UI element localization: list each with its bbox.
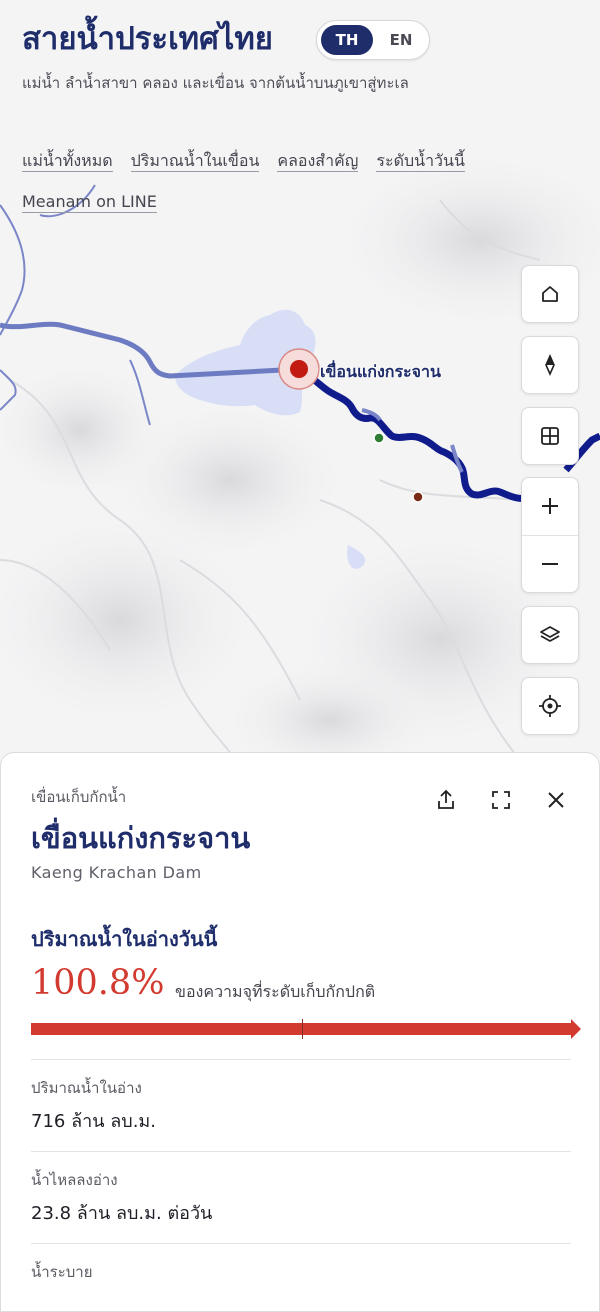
nav-link-dam-volume[interactable]: ปริมาณน้ำในเขื่อน bbox=[130, 151, 260, 172]
expand-button[interactable] bbox=[488, 787, 514, 813]
home-button[interactable] bbox=[521, 265, 579, 323]
panel-kicker: เขื่อนเก็บกักน้ำ bbox=[31, 788, 127, 806]
stat-row: น้ำระบาย bbox=[31, 1243, 571, 1304]
map[interactable] bbox=[0, 0, 600, 780]
grid-button[interactable] bbox=[521, 407, 579, 465]
station-dot-green bbox=[373, 432, 385, 444]
grid-icon bbox=[541, 427, 559, 445]
locate-button[interactable] bbox=[521, 677, 579, 735]
dam-name-en: Kaeng Krachan Dam bbox=[31, 863, 202, 882]
capacity-percent: 100.8% bbox=[31, 963, 165, 1003]
capacity-bar bbox=[31, 1019, 581, 1039]
stat-row: น้ำไหลลงอ่าง 23.8 ล้าน ลบ.ม. ต่อวัน bbox=[31, 1151, 571, 1244]
section-title: ปริมาณน้ำในอ่างวันนี้ bbox=[31, 927, 218, 951]
capacity-bar-tick bbox=[302, 1019, 303, 1039]
capacity-bar-arrow bbox=[571, 1019, 581, 1039]
nav-links: แม่น้ำทั้งหมด ปริมาณน้ำในเขื่อน คลองสำคัญ ร… bbox=[22, 144, 582, 226]
stat-value: 23.8 ล้าน ลบ.ม. ต่อวัน bbox=[31, 1203, 213, 1224]
dam-map-label[interactable]: เขื่อนแก่งกระจาน bbox=[320, 360, 441, 385]
nav-link-water-level[interactable]: ระดับน้ำวันนี้ bbox=[376, 151, 465, 172]
zoom-out-button[interactable] bbox=[522, 536, 578, 592]
stat-label: น้ำไหลลงอ่าง bbox=[31, 1171, 118, 1189]
map-canvas[interactable] bbox=[0, 0, 600, 780]
stat-label: น้ำระบาย bbox=[31, 1263, 93, 1281]
zoom-in-icon bbox=[542, 498, 558, 514]
nav-link-all-rivers[interactable]: แม่น้ำทั้งหมด bbox=[22, 151, 113, 172]
close-button[interactable] bbox=[543, 787, 569, 813]
header: สายน้ำประเทศไทย TH EN แม่น้ำ ลำน้ำสาขา ค… bbox=[22, 18, 582, 213]
compass-icon bbox=[545, 354, 555, 376]
zoom-controls bbox=[521, 477, 579, 593]
nav-link-canals[interactable]: คลองสำคัญ bbox=[277, 151, 359, 172]
zoom-out-icon bbox=[542, 563, 558, 565]
nav-link-line[interactable]: Meanam on LINE bbox=[22, 192, 157, 213]
dam-info-panel: เขื่อนเก็บกักน้ำ เขื่อนแก่งกระจาน Kaeng … bbox=[0, 752, 600, 1312]
dam-marker bbox=[290, 360, 308, 378]
page-title: สายน้ำประเทศไทย bbox=[22, 21, 273, 57]
layers-button[interactable] bbox=[521, 606, 579, 664]
stat-label: ปริมาณน้ำในอ่าง bbox=[31, 1079, 142, 1097]
home-icon bbox=[542, 286, 558, 302]
compass-button[interactable] bbox=[521, 336, 579, 394]
share-button[interactable] bbox=[433, 787, 459, 813]
dam-name: เขื่อนแก่งกระจาน bbox=[31, 821, 251, 855]
layers-icon bbox=[540, 626, 560, 642]
expand-icon bbox=[492, 791, 510, 809]
zoom-in-button[interactable] bbox=[522, 478, 578, 534]
lang-en-button[interactable]: EN bbox=[379, 25, 423, 55]
language-toggle[interactable]: TH EN bbox=[316, 20, 430, 60]
stat-row: ปริมาณน้ำในอ่าง 716 ล้าน ลบ.ม. bbox=[31, 1059, 571, 1152]
stat-value: 716 ล้าน ลบ.ม. bbox=[31, 1111, 157, 1132]
locate-icon bbox=[539, 695, 561, 717]
capacity-desc: ของความจุที่ระดับเก็บกักปกติ bbox=[175, 982, 376, 1001]
lang-th-button[interactable]: TH bbox=[321, 25, 373, 55]
close-icon bbox=[548, 792, 564, 808]
station-dot-brown bbox=[412, 491, 424, 503]
page-subtitle: แม่น้ำ ลำน้ำสาขา คลอง และเขื่อน จากต้นน้… bbox=[22, 74, 409, 92]
share-icon bbox=[438, 789, 454, 809]
